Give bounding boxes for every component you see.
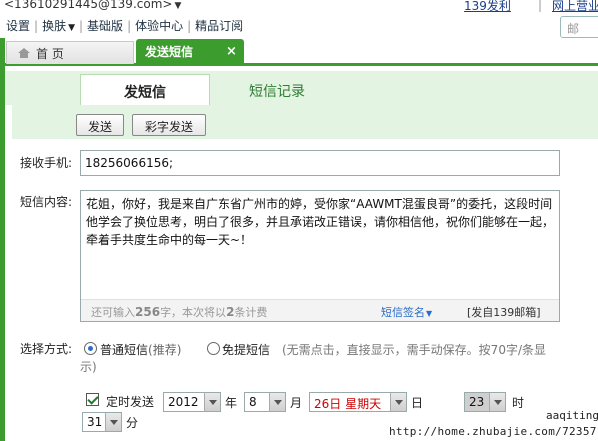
chevron-down-icon[interactable] (204, 393, 220, 411)
color-send-button[interactable]: 彩字发送 (132, 114, 206, 136)
radio-normal-sms[interactable] (84, 342, 97, 355)
day-value: 26日 星期天 (314, 397, 382, 411)
basic-version-link[interactable]: 基础版 (87, 19, 123, 33)
home-icon (18, 48, 30, 58)
experience-center-link[interactable]: 体验中心 (135, 19, 183, 33)
timed-send-label: 定时发送 (106, 395, 155, 409)
origin-tag: [发自139邮箱] (467, 306, 541, 319)
minute-unit: 分 (126, 416, 139, 430)
triangle-down-icon: ▼ (426, 309, 433, 318)
online-service-link[interactable]: 网上营业 (552, 0, 598, 14)
month-unit: 月 (290, 396, 303, 410)
divider: | (127, 19, 132, 33)
tab-send-sms-label: 发送短信 (145, 45, 194, 59)
chevron-down-icon[interactable] (489, 393, 505, 411)
search-input[interactable]: 邮 (560, 16, 598, 38)
divider: | (538, 0, 543, 12)
flash-sms-hint-wrap: 示) (80, 360, 97, 374)
subscription-link[interactable]: 精品订阅 (195, 19, 243, 33)
char-count: 还可输入256字，本次将以2条计费 (91, 304, 267, 320)
settings-link[interactable]: 设置 (6, 19, 30, 33)
signature-label: 短信签名 (381, 306, 425, 319)
divider: | (187, 19, 192, 33)
top-bar: <13610291445@139.com> ▼ 设置 | 换肤 ▼ | 基础版 | 体验中心 | 精… (0, 0, 598, 38)
content-textarea[interactable]: 花姐，你好，我是来自广东省广州市的婷，受你家“AAWMT混蛋良哥”的委托，这段时… (80, 190, 560, 322)
divider: | (79, 19, 84, 33)
chevron-down-icon[interactable] (105, 413, 121, 431)
send-button[interactable]: 发送 (76, 114, 124, 136)
close-icon[interactable]: × (226, 44, 237, 59)
content-label: 短信内容: (20, 195, 73, 209)
hour-select[interactable]: 23 (464, 392, 506, 412)
chevron-down-icon[interactable] (390, 393, 406, 411)
radio-flash-sms[interactable] (207, 342, 220, 355)
char-count-mid: 字，本次将以 (160, 306, 227, 319)
skin-link[interactable]: 换肤 (42, 19, 66, 33)
tab-send-sms[interactable]: 发送短信 × (136, 39, 244, 66)
hour-unit: 时 (512, 396, 525, 410)
content-text: 花姐，你好，我是来自广东省广州市的婷，受你家“AAWMT混蛋良哥”的委托，这段时… (86, 197, 555, 247)
normal-sms-option[interactable]: 普通短信(推荐) (100, 341, 181, 358)
minute-value: 31 (87, 415, 103, 429)
hour-value: 23 (469, 395, 485, 409)
link-139[interactable]: 139发利 (464, 0, 511, 14)
chevron-down-icon[interactable] (269, 393, 285, 411)
minute-select[interactable]: 31 (82, 412, 122, 432)
flash-sms-label[interactable]: 免提短信 (222, 341, 270, 358)
phone-label: 接收手机: (20, 156, 73, 170)
method-label: 选择方式: (20, 342, 73, 356)
year-unit: 年 (225, 396, 238, 410)
watermark-url: http://home.zhubajie.com/7235710/ (389, 425, 598, 438)
divider: | (34, 19, 39, 33)
account-email: <13610291445@139.com> (4, 0, 173, 11)
flash-sms-hint: (无需点击，直接显示，需手动保存。按70字/条显 (282, 343, 546, 357)
remaining-chars: 256 (135, 305, 161, 319)
account-menu[interactable]: <13610291445@139.com> ▼ (4, 0, 181, 11)
normal-sms-label: 普通短信 (100, 343, 149, 357)
top-links: 设置 | 换肤 ▼ | 基础版 | 体验中心 | 精品订阅 (6, 17, 243, 34)
day-select[interactable]: 26日 星期天 (309, 392, 407, 412)
signature-dropdown[interactable]: 短信签名▼ (381, 304, 432, 320)
month-value: 8 (249, 395, 257, 409)
year-select[interactable]: 2012 (163, 392, 221, 412)
content-footer: 还可输入256字，本次将以2条计费 短信签名▼ [发自139邮箱] (81, 299, 559, 321)
subtab-send-sms[interactable]: 发短信 (80, 74, 210, 105)
caret-down-icon: ▼ (174, 1, 182, 11)
watermark-user: aaqiting (546, 409, 598, 422)
char-count-prefix: 还可输入 (91, 306, 135, 319)
day-unit: 日 (411, 396, 424, 410)
subtab-sms-records[interactable]: 短信记录 (222, 74, 332, 105)
month-select[interactable]: 8 (244, 392, 286, 412)
timed-send-checkbox[interactable] (86, 393, 99, 406)
tab-home-label: 首 页 (36, 47, 64, 61)
caret-down-icon[interactable]: ▼ (68, 23, 75, 33)
char-count-suffix: 条计费 (234, 306, 268, 319)
tab-home[interactable]: 首 页 (6, 41, 134, 64)
phone-input[interactable]: 18256066156; (80, 150, 560, 176)
year-value: 2012 (168, 395, 199, 409)
normal-sms-hint: (推荐) (148, 343, 182, 357)
